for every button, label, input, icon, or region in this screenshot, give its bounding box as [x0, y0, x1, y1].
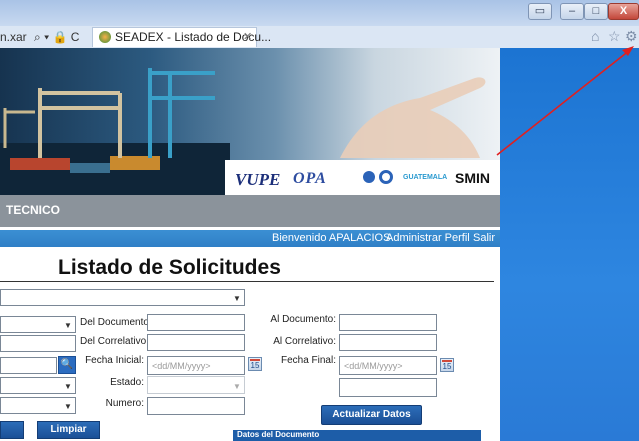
- fecha-inicial-label: Fecha Inicial:: [85, 355, 144, 366]
- guatemala-logo: GUATEMALA: [403, 174, 448, 181]
- logout-link[interactable]: Salir: [473, 232, 495, 244]
- settings-gear-icon[interactable]: ⚙: [625, 28, 638, 45]
- calendar-header: [442, 360, 452, 362]
- fecha-inicial-placeholder: <dd/MM/yyyy>: [152, 361, 211, 371]
- main-navbar: TECNICO: [0, 195, 500, 227]
- del-correlativo-input[interactable]: [147, 334, 245, 351]
- favorites-star-icon[interactable]: ☆: [608, 28, 621, 45]
- top-select[interactable]: ▼: [0, 289, 245, 306]
- close-icon: X: [619, 5, 628, 17]
- fecha-final-label: Fecha Final:: [280, 355, 336, 366]
- tab-close-icon[interactable]: ✕: [243, 30, 252, 43]
- calendar-day: 15: [442, 362, 452, 371]
- favicon-icon: [99, 31, 111, 43]
- extra-input[interactable]: [339, 378, 437, 397]
- left-select-2[interactable]: ▼: [0, 377, 76, 394]
- chevron-down-icon: ▼: [64, 382, 72, 391]
- left-select-1[interactable]: ▼: [0, 316, 76, 333]
- calendar-day: 15: [250, 361, 260, 370]
- chevron-down-icon: ▼: [233, 382, 241, 391]
- welcome-text: Bienvenido APALACIOS: [272, 232, 391, 244]
- maximize-icon: □: [592, 5, 600, 17]
- al-correlativo-label: Al Correlativo:: [273, 336, 336, 347]
- address-icons[interactable]: ⌕ ▾ 🔒 C: [34, 30, 79, 44]
- title-divider: [0, 281, 494, 282]
- maximize-button[interactable]: □: [584, 3, 608, 20]
- hand-touch-image: [340, 77, 486, 158]
- vupe-logo: VUPE: [235, 170, 281, 189]
- logos-strip: VUPE OPA GUATEMALA SMIN: [225, 160, 500, 195]
- section-header-label: Datos del Documento: [237, 430, 320, 439]
- restore-small-button[interactable]: ▭: [528, 3, 552, 20]
- manage-profile-link[interactable]: Administrar Perfil: [386, 232, 470, 244]
- page-title: Listado de Solicitudes: [58, 256, 281, 279]
- al-documento-input[interactable]: [339, 314, 437, 331]
- estado-label: Estado:: [110, 377, 144, 388]
- fecha-final-placeholder: <dd/MM/yyyy>: [344, 361, 403, 371]
- circle-logo: [379, 170, 393, 184]
- search-button[interactable]: [0, 421, 24, 439]
- search-icon[interactable]: 🔍: [58, 356, 76, 374]
- del-documento-label: Del Documento:: [80, 317, 152, 328]
- fecha-final-input[interactable]: <dd/MM/yyyy>: [339, 356, 437, 375]
- opa-logo: OPA: [293, 170, 327, 187]
- left-input-1[interactable]: [0, 335, 76, 352]
- user-bar: Bienvenido APALACIOS Administrar Perfil …: [0, 230, 500, 247]
- numero-input[interactable]: [147, 397, 245, 415]
- actualizar-datos-button[interactable]: Actualizar Datos: [321, 405, 422, 425]
- side-pane: [500, 48, 639, 441]
- left-select-3[interactable]: ▼: [0, 397, 76, 414]
- left-search-input[interactable]: [0, 357, 57, 374]
- del-correlativo-label: Del Correlativo:: [80, 336, 149, 347]
- numero-label: Numero:: [105, 398, 144, 409]
- home-icon[interactable]: ⌂: [591, 28, 599, 44]
- close-window-button[interactable]: X: [608, 3, 639, 20]
- calendar-icon[interactable]: 15: [440, 358, 454, 372]
- limpiar-button[interactable]: Limpiar: [37, 421, 100, 439]
- chevron-down-icon: ▼: [233, 294, 241, 303]
- datos-documento-header: Datos del Documento: [233, 430, 481, 441]
- port-cranes-image: [0, 68, 230, 195]
- calendar-icon[interactable]: 15: [248, 357, 262, 371]
- smin-logo: SMIN: [455, 170, 490, 186]
- nav-item-tecnico[interactable]: TECNICO: [6, 203, 60, 217]
- calendar-header: [250, 359, 260, 361]
- chevron-down-icon: ▼: [64, 402, 72, 411]
- fecha-inicial-input[interactable]: <dd/MM/yyyy>: [147, 356, 245, 375]
- seal-logo: [363, 171, 375, 183]
- minimize-icon: –: [568, 5, 576, 17]
- browser-tab[interactable]: SEADEX - Listado de Docu... ✕: [92, 27, 271, 47]
- address-text: n.xar: [0, 30, 27, 44]
- restore-icon: ▭: [534, 5, 546, 17]
- minimize-button[interactable]: –: [560, 3, 584, 20]
- estado-select[interactable]: ▼: [147, 376, 245, 394]
- address-bar[interactable]: n.xar ⌕ ▾ 🔒 C: [0, 30, 79, 45]
- al-documento-label: Al Documento:: [270, 314, 336, 325]
- chevron-down-icon: ▼: [64, 321, 72, 330]
- al-correlativo-input[interactable]: [339, 334, 437, 351]
- del-documento-input[interactable]: [147, 314, 245, 331]
